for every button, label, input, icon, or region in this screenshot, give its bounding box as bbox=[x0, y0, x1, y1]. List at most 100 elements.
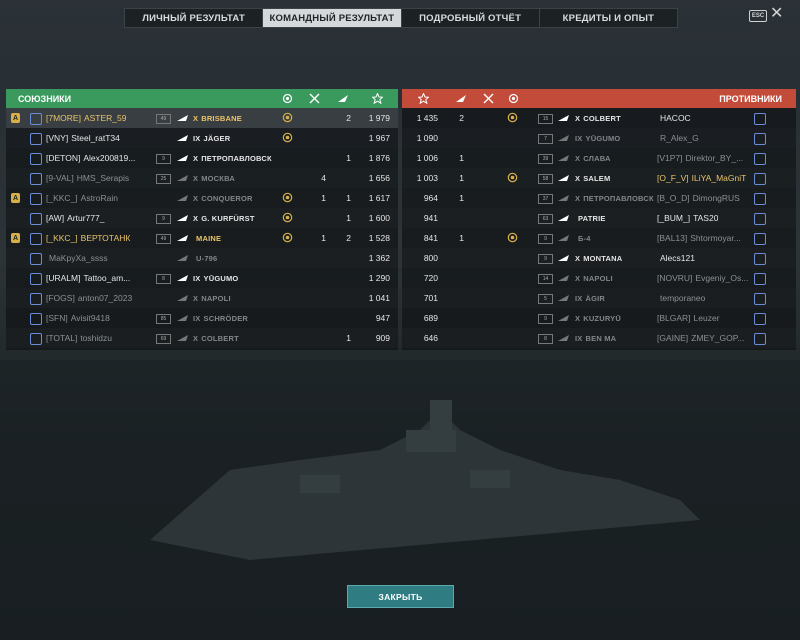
enemy-row[interactable]: 1 003 1 58 X SALEM [O_F_V] ILiYA_MaGniT bbox=[402, 168, 796, 188]
ship-title: CONQUEROR bbox=[201, 194, 253, 203]
ship-name: X CONQUEROR bbox=[193, 194, 253, 203]
rank-icon bbox=[754, 233, 766, 245]
rank-icon bbox=[754, 273, 766, 285]
kills-count: 1 bbox=[321, 193, 326, 203]
ship-type-icon bbox=[176, 254, 189, 262]
ribbon-medal-icon bbox=[507, 92, 520, 105]
base-xp: 947 bbox=[375, 313, 390, 323]
ship-type-icon bbox=[176, 114, 189, 122]
base-xp: 941 bbox=[423, 213, 438, 223]
player-level-badge: 58 bbox=[538, 174, 553, 184]
ally-row[interactable]: [SFN] Avisit9418 85 IX SCHRÖDER 947 bbox=[6, 308, 398, 328]
ally-row[interactable]: A [_KKC_] ВЕРТОТАНК 49 MAINE 1 2 1 528 bbox=[6, 228, 398, 248]
crossed-swords-icon bbox=[308, 92, 321, 105]
ship-tier: X bbox=[193, 334, 199, 343]
player-level-badge: 49 bbox=[156, 234, 171, 244]
ship-name: X NAPOLI bbox=[193, 294, 231, 303]
player-nick: HMS_Serapis bbox=[76, 173, 130, 183]
player-clan: [AW] bbox=[46, 213, 65, 223]
player-level-badge: 9 bbox=[538, 314, 553, 324]
tab-personal-result[interactable]: ЛИЧНЫЙ РЕЗУЛЬТАТ bbox=[125, 9, 264, 27]
rank-icon bbox=[30, 233, 42, 245]
tab-detailed-report[interactable]: ПОДРОБНЫЙ ОТЧЁТ bbox=[402, 9, 540, 27]
player-name: [NOVRU] Evgeniy_Os... bbox=[657, 273, 748, 283]
ship-title: SALEM bbox=[583, 174, 611, 183]
ship-name: X MONTANA bbox=[575, 254, 622, 263]
player-name: [BAL13] Shtormoyar... bbox=[657, 233, 741, 243]
player-nick: DimongRUS bbox=[692, 193, 740, 203]
enemy-row[interactable]: 1 006 1 39 X СЛАВА [V1P7] Direktor_BY_... bbox=[402, 148, 796, 168]
base-xp: 1 041 bbox=[368, 293, 390, 303]
enemy-row[interactable]: 720 14 X NAPOLI [NOVRU] Evgeniy_Os... bbox=[402, 268, 796, 288]
rank-icon bbox=[754, 333, 766, 345]
ship-name: IX YŪGUMO bbox=[193, 274, 238, 283]
rank-icon bbox=[30, 193, 42, 205]
base-xp: 1 528 bbox=[368, 233, 390, 243]
player-name: MaKpyXa_ssss bbox=[46, 253, 108, 263]
ally-row[interactable]: MaKpyXa_ssss U-796 1 362 bbox=[6, 248, 398, 268]
enemy-row[interactable]: 841 1 9 Б-4 [BAL13] Shtormoyar... bbox=[402, 228, 796, 248]
ship-tier: X bbox=[575, 174, 581, 183]
player-name: [BLGAR] Leuzer bbox=[657, 313, 720, 323]
close-icon[interactable]: ✕ bbox=[770, 6, 783, 22]
allies-list: A [7MORE] ASTER_59 49 X BRISBANE 2 1 979 [VNY] St… bbox=[6, 108, 398, 350]
ribbon-medal-icon bbox=[281, 92, 294, 105]
player-clan: [O_F_V] bbox=[657, 173, 689, 183]
ship-title: ПЕТРОПАВЛОВСК bbox=[201, 154, 272, 163]
ally-row[interactable]: A [_KKC_] AstroRain X CONQUEROR 1 1 1 617 bbox=[6, 188, 398, 208]
player-name: [_KKC_] ВЕРТОТАНК bbox=[46, 233, 130, 243]
planes-count: 1 bbox=[459, 193, 464, 203]
medal-icon bbox=[282, 192, 293, 203]
enemy-row[interactable]: 800 9 X MONTANA Alecs121 bbox=[402, 248, 796, 268]
enemy-row[interactable]: 964 1 37 X ПЕТРОПАВЛОВСК [B_O_D] DimongRUS bbox=[402, 188, 796, 208]
player-name: R_Alex_G bbox=[657, 133, 699, 143]
player-nick: Alecs121 bbox=[660, 253, 695, 263]
player-level-badge: 8 bbox=[156, 274, 171, 284]
ship-tier: X bbox=[575, 274, 581, 283]
rank-icon bbox=[754, 293, 766, 305]
ship-title: G. KURFÜRST bbox=[201, 214, 255, 223]
ally-row[interactable]: [9-VAL] HMS_Serapis 25 X МОСКВА 4 1 656 bbox=[6, 168, 398, 188]
ship-type-icon bbox=[557, 174, 570, 182]
enemy-row[interactable]: 941 63 PATRIE [_BUM_] TAS20 bbox=[402, 208, 796, 228]
plane-icon bbox=[336, 92, 349, 105]
close-button[interactable]: ЗАКРЫТЬ bbox=[347, 585, 454, 608]
enemy-row[interactable]: 701 5 IX ÄGIR temporaneo bbox=[402, 288, 796, 308]
tab-credits-experience[interactable]: КРЕДИТЫ И ОПЫТ bbox=[540, 9, 677, 27]
player-name: [AW] Artur777_ bbox=[46, 213, 104, 223]
enemy-row[interactable]: 1 435 2 15 X COLBERT HACOC bbox=[402, 108, 796, 128]
ship-name: PATRIE bbox=[575, 214, 606, 223]
ally-row[interactable]: [TOTAL] toshidzu 69 X COLBERT 1 909 bbox=[6, 328, 398, 348]
player-nick: Evgeniy_Os... bbox=[695, 273, 749, 283]
ship-type-icon bbox=[176, 334, 189, 342]
rank-icon bbox=[30, 273, 42, 285]
enemy-row[interactable]: 1 090 7 IX YŪGUMO R_Alex_G bbox=[402, 128, 796, 148]
rank-icon bbox=[30, 173, 42, 185]
enemy-row[interactable]: 646 8 IX BEN MA [GAINE] ZMEY_GOP... bbox=[402, 328, 796, 348]
ally-row[interactable]: A [7MORE] ASTER_59 49 X BRISBANE 2 1 979 bbox=[6, 108, 398, 128]
player-nick: AstroRain bbox=[80, 193, 118, 203]
ship-type-icon bbox=[557, 294, 570, 302]
player-clan: [BAL13] bbox=[657, 233, 688, 243]
player-nick: Direktor_BY_... bbox=[685, 153, 744, 163]
tab-team-result[interactable]: КОМАНДНЫЙ РЕЗУЛЬТАТ bbox=[263, 9, 402, 27]
player-name: [9-VAL] HMS_Serapis bbox=[46, 173, 129, 183]
rank-icon bbox=[30, 253, 42, 265]
ally-row[interactable]: [DETON] Alex200819... 9 X ПЕТРОПАВЛОВСК 1 1 87… bbox=[6, 148, 398, 168]
ship-type-icon bbox=[557, 334, 570, 342]
enemies-panel: ПРОТИВНИКИ 1 435 2 15 X COLBERT HACOC 1 090 7 IX… bbox=[402, 89, 796, 350]
player-name: [DETON] Alex200819... bbox=[46, 153, 135, 163]
ship-name: X ПЕТРОПАВЛОВСК bbox=[193, 154, 272, 163]
enemy-row[interactable]: 689 9 X KUZURYŪ [BLGAR] Leuzer bbox=[402, 308, 796, 328]
medal-icon bbox=[282, 132, 293, 143]
player-clan: [_BUM_] bbox=[657, 213, 691, 223]
base-xp: 1 290 bbox=[368, 273, 390, 283]
ally-row[interactable]: [URALM] Tattoo_am... 8 IX YŪGUMO 1 290 bbox=[6, 268, 398, 288]
base-xp: 689 bbox=[423, 313, 438, 323]
base-xp: 1 876 bbox=[368, 153, 390, 163]
player-level-badge: 7 bbox=[538, 134, 553, 144]
ally-row[interactable]: [AW] Artur777_ 9 X G. KURFÜRST 1 1 600 bbox=[6, 208, 398, 228]
ally-row[interactable]: [FOGS] anton07_2023 X NAPOLI 1 041 bbox=[6, 288, 398, 308]
ally-row[interactable]: [VNY] Steel_ratT34 IX JÄGER 1 967 bbox=[6, 128, 398, 148]
ship-tier: IX bbox=[575, 134, 583, 143]
